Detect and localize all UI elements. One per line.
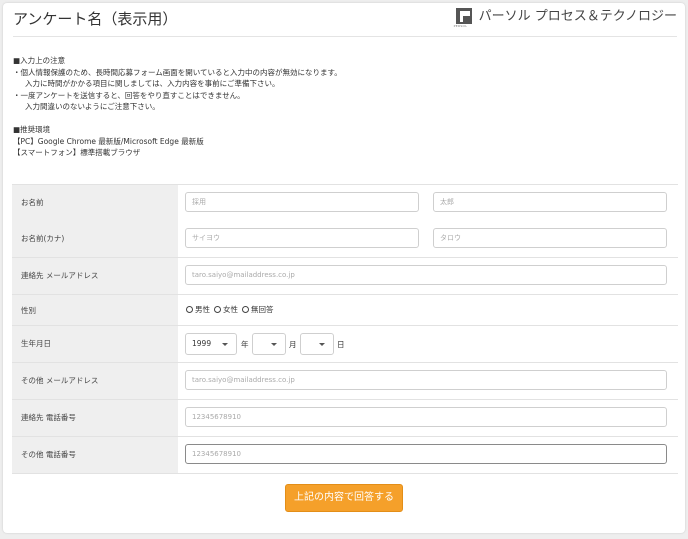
chevron-down-icon [222, 343, 228, 346]
other-phone-label: その他 電話番号 [12, 437, 178, 473]
company-logo: PERSOL パーソル プロセス＆テクノロジー [453, 8, 677, 30]
row-name: お名前 採用 太郎 [12, 184, 678, 222]
notice-heading: ■入力上の注意 [13, 56, 66, 65]
notice-line: 入力間違いのないようにご注意下さい。 [25, 102, 160, 111]
last-name-input[interactable]: 採用 [185, 192, 419, 212]
row-gender: 性別 男性 女性 無回答 [12, 295, 678, 326]
last-name-kana-input[interactable]: サイヨウ [185, 228, 419, 248]
gender-label: 性別 [12, 295, 178, 325]
radio-icon[interactable] [186, 306, 193, 313]
row-kana: お名前(カナ) サイヨウ タロウ [12, 221, 678, 258]
logo-text: パーソル プロセス＆テクノロジー [478, 9, 677, 24]
gender-option-label: 無回答 [251, 305, 274, 314]
month-unit: 月 [289, 340, 297, 349]
env-heading: ■推奨環境 [13, 125, 51, 134]
page-header: アンケート名（表示用） PERSOL パーソル プロセス＆テクノロジー [13, 3, 677, 37]
gender-option-male[interactable]: 男性 [186, 304, 210, 315]
gender-option-label: 女性 [223, 305, 238, 314]
birth-day-select[interactable] [300, 333, 334, 355]
radio-icon[interactable] [242, 306, 249, 313]
other-phone-input[interactable]: 12345678910 [185, 444, 667, 464]
notice-section: ■入力上の注意 ・個人情報保護のため、長時間応募フォーム画面を開いていると入力中… [13, 55, 342, 159]
radio-icon[interactable] [214, 306, 221, 313]
row-birthdate: 生年月日 1999 年 月 日 [12, 326, 678, 363]
notice-line: ・個人情報保護のため、長時間応募フォーム画面を開いていると入力中の内容が無効にな… [13, 67, 342, 77]
phone-label: 連絡先 電話番号 [12, 400, 178, 436]
first-name-input[interactable]: 太郎 [433, 192, 667, 212]
env-sp: 【スマートフォン】標準搭載ブラウザ [13, 148, 141, 157]
kana-label: お名前(カナ) [12, 221, 178, 257]
env-pc: 【PC】Google Chrome 最新版/Microsoft Edge 最新版 [13, 136, 204, 146]
gender-radio-group: 男性 女性 無回答 [186, 304, 278, 315]
notice-line: 入力に時間がかかる項目に関しましては、入力内容を事前にご準備下さい。 [25, 79, 280, 88]
survey-card: アンケート名（表示用） PERSOL パーソル プロセス＆テクノロジー ■入力上… [3, 3, 685, 533]
email-input[interactable]: taro.saiyo@mailaddress.co.jp [185, 265, 667, 285]
other-email-input[interactable]: taro.saiyo@mailaddress.co.jp [185, 370, 667, 390]
gender-option-none[interactable]: 無回答 [242, 304, 274, 315]
submit-button[interactable]: 上記の内容で回答する [285, 484, 403, 512]
other-email-label: その他 メールアドレス [12, 363, 178, 399]
day-unit: 日 [337, 340, 345, 349]
row-phone: 連絡先 電話番号 12345678910 [12, 400, 678, 437]
email-label: 連絡先 メールアドレス [12, 258, 178, 294]
chevron-down-icon [319, 343, 325, 346]
birth-year-select[interactable]: 1999 [185, 333, 237, 355]
logo-small-text: PERSOL [453, 24, 468, 28]
chevron-down-icon [271, 343, 277, 346]
birthdate-label: 生年月日 [12, 326, 178, 362]
phone-input[interactable]: 12345678910 [185, 407, 667, 427]
notice-line: ・一度アンケートを送信すると、回答をやり直すことはできません。 [13, 90, 245, 100]
name-label: お名前 [12, 185, 178, 221]
page-title: アンケート名（表示用） [13, 10, 178, 28]
row-email: 連絡先 メールアドレス taro.saiyo@mailaddress.co.jp [12, 258, 678, 295]
gender-option-female[interactable]: 女性 [214, 304, 238, 315]
first-name-kana-input[interactable]: タロウ [433, 228, 667, 248]
gender-option-label: 男性 [195, 305, 210, 314]
birth-month-select[interactable] [252, 333, 286, 355]
row-other-email: その他 メールアドレス taro.saiyo@mailaddress.co.jp [12, 363, 678, 400]
logo-mark-icon: PERSOL [453, 8, 472, 30]
year-unit: 年 [241, 340, 249, 349]
birth-year-value: 1999 [192, 339, 212, 348]
row-other-phone: その他 電話番号 12345678910 [12, 437, 678, 474]
